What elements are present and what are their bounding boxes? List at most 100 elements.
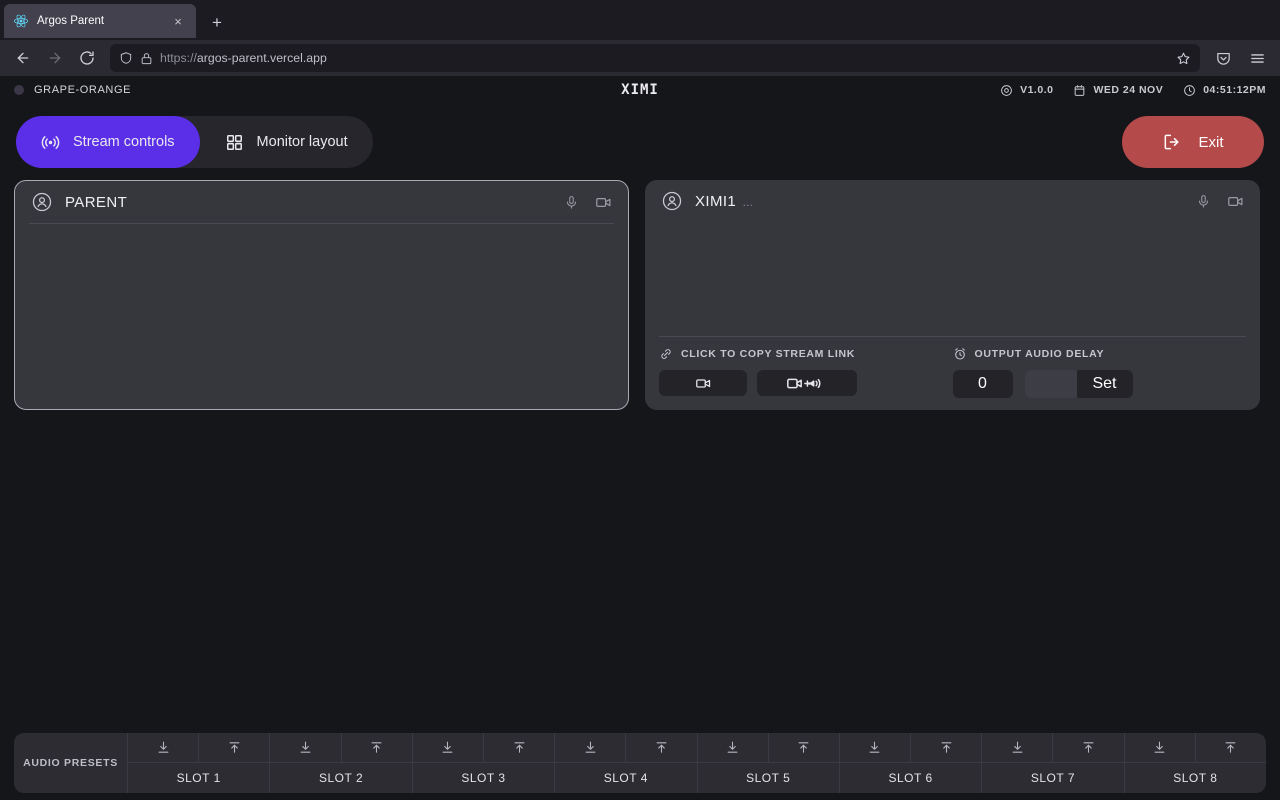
preset-slot-label[interactable]: SLOT 6 <box>840 763 981 793</box>
back-button[interactable] <box>8 43 38 73</box>
download-icon[interactable] <box>413 733 484 762</box>
reload-button[interactable] <box>72 43 102 73</box>
download-icon[interactable] <box>1125 733 1196 762</box>
pocket-icon[interactable] <box>1208 43 1238 73</box>
lock-icon[interactable] <box>140 52 153 65</box>
preset-slot-label[interactable]: SLOT 4 <box>555 763 696 793</box>
upload-icon[interactable] <box>342 733 412 762</box>
preset-slot-actions <box>982 733 1124 763</box>
date-text: WED 24 NOV <box>1093 84 1164 96</box>
time-text: 04:51:12PM <box>1203 84 1266 96</box>
panel-ximi1-title-text: XIMI1 <box>695 192 737 210</box>
panel-parent-header: PARENT <box>15 181 628 223</box>
mic-icon[interactable] <box>1196 194 1211 209</box>
room-name: GRAPE-ORANGE <box>34 84 132 96</box>
app-toolbar: Stream controls Monitor layout Exit <box>0 104 1280 180</box>
preset-slot: SLOT 4 <box>555 733 698 793</box>
copy-stream-link-label: CLICK TO COPY STREAM LINK <box>681 348 856 360</box>
panel-ximi1-header: XIMI1 … <box>645 180 1260 222</box>
video-icon[interactable] <box>1227 193 1244 210</box>
set-delay-button[interactable]: Set <box>1076 370 1133 398</box>
exit-button[interactable]: Exit <box>1122 116 1264 168</box>
preset-slot-label[interactable]: SLOT 1 <box>128 763 269 793</box>
panel-parent-icons <box>564 194 612 211</box>
copy-video-link-button[interactable] <box>659 370 747 396</box>
panel-ximi1-title: XIMI1 … <box>695 193 754 210</box>
download-icon[interactable] <box>840 733 912 762</box>
bookmark-star-icon[interactable] <box>1176 51 1191 66</box>
app-logo: XIMI <box>621 82 659 98</box>
shield-icon[interactable] <box>119 51 133 65</box>
header-left: GRAPE-ORANGE <box>14 84 131 96</box>
audio-delay-section: OUTPUT AUDIO DELAY 0 Set <box>952 347 1247 398</box>
preset-slot-actions <box>697 733 839 763</box>
url-bar[interactable]: https://argos-parent.vercel.app <box>110 44 1200 72</box>
audio-delay-input[interactable] <box>1024 370 1077 398</box>
react-icon <box>13 13 29 29</box>
upload-icon[interactable] <box>199 733 269 762</box>
preset-slot: SLOT 8 <box>1124 733 1266 793</box>
panel-ximi1-icons <box>1196 193 1244 210</box>
preset-slot: SLOT 6 <box>839 733 983 793</box>
tab-monitor-layout[interactable]: Monitor layout <box>200 116 373 168</box>
logout-icon <box>1162 132 1182 152</box>
download-icon[interactable] <box>982 733 1054 762</box>
video-plus-audio-icon <box>787 375 827 392</box>
time-info: 04:51:12PM <box>1183 84 1266 97</box>
browser-tab[interactable]: Argos Parent × <box>4 4 196 38</box>
browser-chrome: Argos Parent × + https://argos-parent.ve… <box>0 0 1280 76</box>
preset-slot: SLOT 1 <box>128 733 271 793</box>
copy-video-audio-link-button[interactable] <box>757 370 857 396</box>
upload-icon[interactable] <box>769 733 839 762</box>
panel-parent-video-area[interactable] <box>15 224 628 409</box>
header-right: V1.0.0 WED 24 NOV 04:51:12PM <box>1000 84 1266 97</box>
preset-slot-label[interactable]: SLOT 8 <box>1125 763 1266 793</box>
preset-slot-label[interactable]: SLOT 7 <box>982 763 1123 793</box>
preset-slot-label[interactable]: SLOT 2 <box>270 763 411 793</box>
panel-ximi1: XIMI1 … CLICK TO COPY STREAM LINK OUTPUT… <box>645 180 1260 410</box>
tab-strip: Argos Parent × + <box>0 0 1280 40</box>
alarm-clock-icon <box>953 347 967 361</box>
url-text[interactable]: https://argos-parent.vercel.app <box>160 51 1169 65</box>
panel-ximi1-footer: CLICK TO COPY STREAM LINK OUTPUT AUDIO D… <box>645 337 1260 410</box>
preset-slot-label[interactable]: SLOT 5 <box>698 763 839 793</box>
new-tab-button[interactable]: + <box>202 7 232 37</box>
preset-slot: SLOT 3 <box>412 733 556 793</box>
url-scheme: https:// <box>160 51 197 65</box>
panel-parent-title: PARENT <box>65 194 127 211</box>
target-icon <box>1000 84 1013 97</box>
download-icon[interactable] <box>555 733 627 762</box>
link-icon <box>659 347 673 361</box>
upload-icon[interactable] <box>484 733 554 762</box>
output-audio-delay-label-row: OUTPUT AUDIO DELAY <box>953 347 1247 361</box>
download-icon[interactable] <box>128 733 200 762</box>
download-icon[interactable] <box>698 733 769 762</box>
version-info: V1.0.0 <box>1000 84 1053 97</box>
panel-ximi1-video-area[interactable] <box>645 222 1260 336</box>
navbar-right-actions <box>1208 43 1272 73</box>
status-indicator-dot <box>14 85 24 95</box>
upload-icon[interactable] <box>1196 733 1266 762</box>
forward-button[interactable] <box>40 43 70 73</box>
app-header: GRAPE-ORANGE XIMI V1.0.0 WED 24 NOV 04:5 <box>0 76 1280 104</box>
view-tab-group: Stream controls Monitor layout <box>16 116 373 168</box>
preset-slot-actions <box>1124 733 1266 763</box>
preset-slot-label[interactable]: SLOT 3 <box>413 763 554 793</box>
upload-icon[interactable] <box>626 733 696 762</box>
upload-icon[interactable] <box>1053 733 1123 762</box>
preset-slot-actions <box>412 733 555 763</box>
upload-icon[interactable] <box>911 733 981 762</box>
tab-stream-controls[interactable]: Stream controls <box>16 116 200 168</box>
preset-slot: SLOT 2 <box>270 733 413 793</box>
grid-icon <box>225 133 244 152</box>
broadcast-icon <box>41 133 60 152</box>
close-icon[interactable]: × <box>169 12 187 30</box>
video-icon <box>695 375 712 392</box>
version-text: V1.0.0 <box>1020 84 1054 96</box>
preset-slot-actions <box>555 733 697 763</box>
video-icon[interactable] <box>595 194 612 211</box>
mic-icon[interactable] <box>564 195 579 210</box>
copy-stream-link-label-row: CLICK TO COPY STREAM LINK <box>659 347 953 361</box>
download-icon[interactable] <box>270 733 342 762</box>
menu-icon[interactable] <box>1242 43 1272 73</box>
